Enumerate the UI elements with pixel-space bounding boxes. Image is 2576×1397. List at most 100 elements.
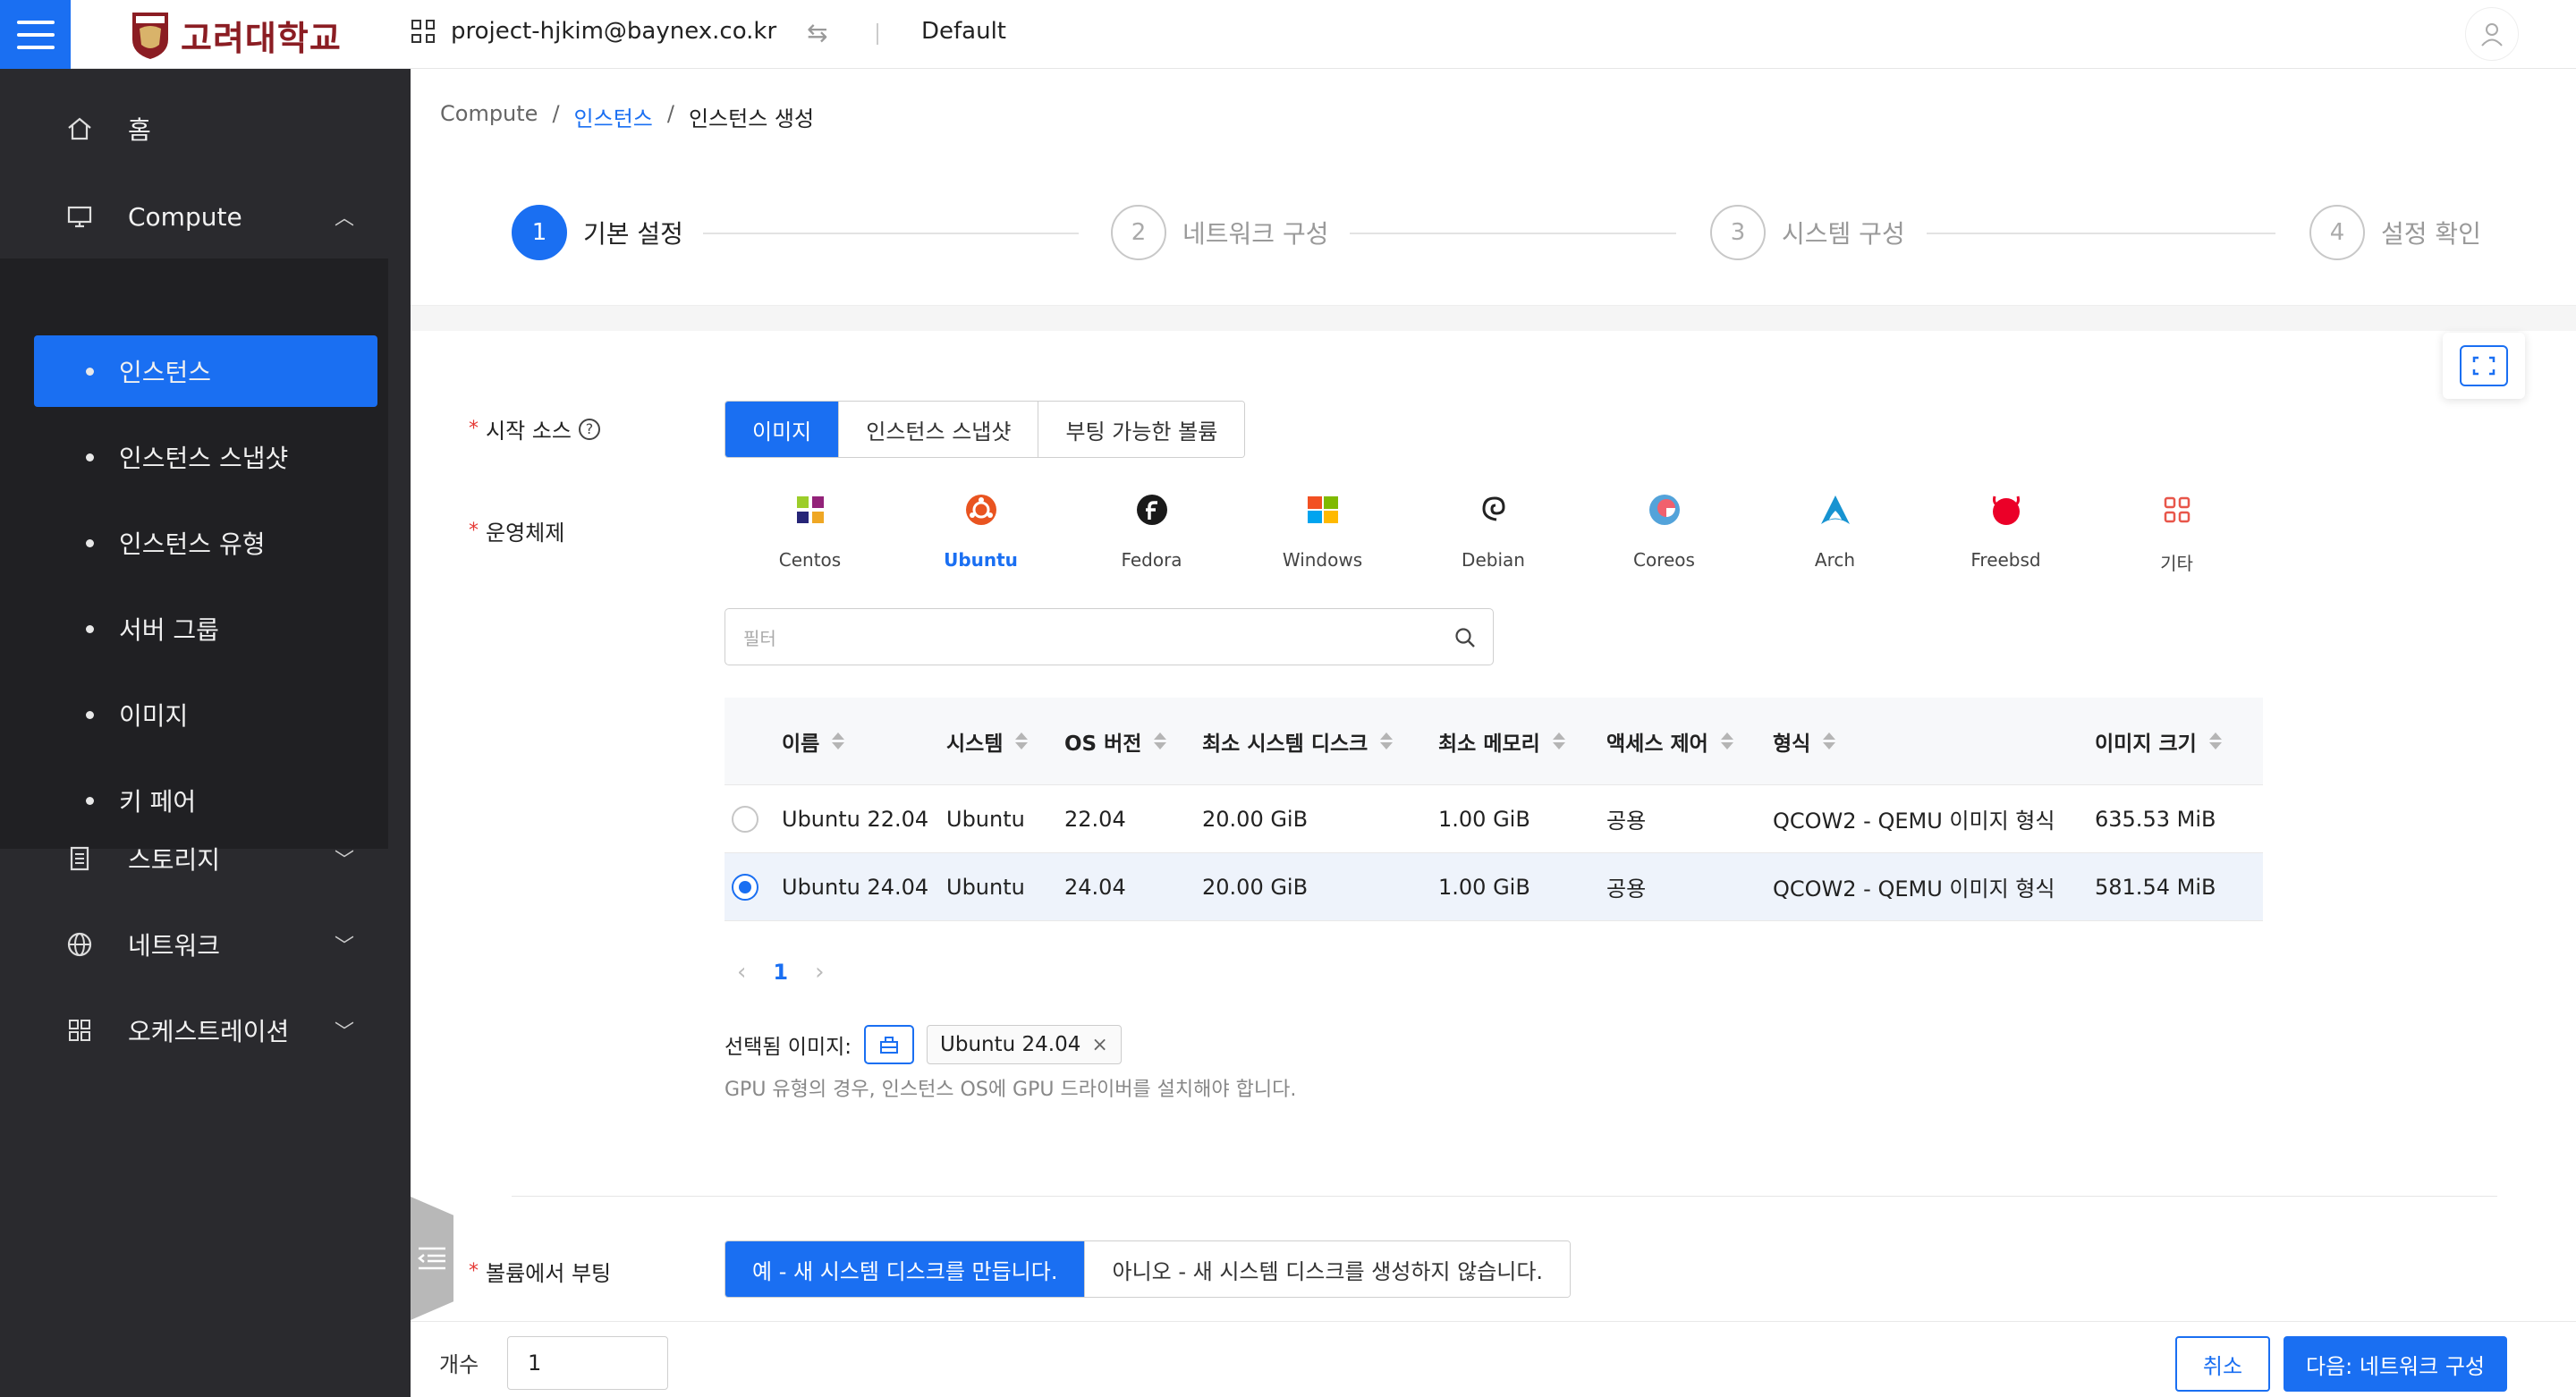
breadcrumb-current: 인스턴스 생성 bbox=[688, 106, 815, 131]
image-table: 이름 시스템 OS 버전 최소 시스템 디스크 최소 메모리 액세스 제어 형식… bbox=[724, 698, 2263, 921]
boot-volume-yes-button[interactable]: 예 - 새 시스템 디스크를 만듭니다. bbox=[725, 1241, 1086, 1297]
sidebar-item-compute[interactable]: Compute ︿ bbox=[0, 181, 411, 252]
header-divider bbox=[877, 23, 878, 45]
step-label: 네트워크 구성 bbox=[1182, 219, 1329, 249]
sidebar-item-server-groups[interactable]: 서버 그룹 bbox=[34, 593, 377, 665]
source-volume-button[interactable]: 부팅 가능한 볼륨 bbox=[1038, 402, 1245, 457]
os-option-centos[interactable]: Centos bbox=[724, 490, 895, 575]
chevron-down-icon: ﹀ bbox=[335, 936, 355, 958]
sort-icon bbox=[1552, 732, 1565, 749]
sidebar-item-images[interactable]: 이미지 bbox=[34, 679, 377, 750]
menu-toggle-button[interactable] bbox=[0, 0, 71, 69]
row-radio[interactable] bbox=[732, 806, 758, 833]
os-option-fedora[interactable]: Fedora bbox=[1066, 490, 1237, 575]
freebsd-icon bbox=[1987, 490, 2026, 529]
domain-selector[interactable]: Default bbox=[921, 18, 1006, 45]
user-avatar[interactable] bbox=[2465, 7, 2519, 61]
sidebar-item-orchestration[interactable]: 오케스트레이션 ﹀ bbox=[0, 995, 411, 1066]
pagination: ‹ 1 › bbox=[724, 959, 825, 986]
bullet-icon bbox=[86, 367, 94, 376]
os-option-ubuntu[interactable]: Ubuntu bbox=[895, 490, 1066, 575]
os-option-freebsd[interactable]: Freebsd bbox=[1920, 490, 2091, 575]
sort-icon bbox=[1154, 732, 1167, 749]
fedora-icon bbox=[1132, 490, 1172, 529]
column-access[interactable]: 액세스 제어 bbox=[1606, 698, 1733, 784]
home-icon bbox=[64, 114, 95, 144]
sidebar-item-storage[interactable]: 스토리지 ﹀ bbox=[0, 823, 411, 894]
chevron-down-icon: ﹀ bbox=[335, 1021, 355, 1044]
project-name: project-hjkim@baynex.co.kr bbox=[451, 18, 777, 45]
collapse-menu-icon bbox=[417, 1247, 445, 1270]
boot-volume-no-button[interactable]: 아니오 - 새 시스템 디스크를 생성하지 않습니다. bbox=[1085, 1241, 1571, 1297]
column-system[interactable]: 시스템 bbox=[946, 698, 1029, 784]
sidebar-item-instances[interactable]: 인스턴스 bbox=[34, 335, 377, 407]
filter-placeholder: 필터 bbox=[743, 627, 776, 649]
column-min-disk[interactable]: 최소 시스템 디스크 bbox=[1202, 698, 1394, 784]
next-page-icon[interactable]: › bbox=[815, 959, 824, 986]
os-option-coreos[interactable]: Coreos bbox=[1579, 490, 1750, 575]
os-option-other[interactable]: 기타 bbox=[2091, 490, 2262, 575]
step-number: 4 bbox=[2309, 205, 2365, 260]
sidebar-collapse-handle[interactable] bbox=[411, 1197, 453, 1320]
step-network[interactable]: 2 네트워크 구성 bbox=[1111, 205, 1328, 260]
fullscreen-icon bbox=[2460, 345, 2508, 386]
switch-icon[interactable]: ⇆ bbox=[807, 18, 827, 47]
os-option-windows[interactable]: Windows bbox=[1237, 490, 1408, 575]
selected-image-label: 선택됨 이미지: bbox=[724, 1036, 852, 1059]
centos-icon bbox=[791, 490, 830, 529]
os-option-arch[interactable]: Arch bbox=[1750, 490, 1920, 575]
selected-image: 선택됨 이미지: Ubuntu 24.04 × bbox=[724, 1025, 1122, 1064]
divider bbox=[512, 1196, 2497, 1197]
sidebar-item-home[interactable]: 홈 bbox=[0, 93, 411, 165]
table-row[interactable]: Ubuntu 24.04 Ubuntu 24.04 20.00 GiB 1.00… bbox=[724, 853, 2263, 921]
column-image-size[interactable]: 이미지 크기 bbox=[2095, 698, 2222, 784]
step-connector bbox=[1927, 233, 2275, 234]
sort-icon bbox=[1823, 732, 1836, 749]
sort-icon bbox=[1015, 732, 1029, 749]
hamburger-icon bbox=[16, 20, 55, 24]
os-option-debian[interactable]: Debian bbox=[1408, 490, 1579, 575]
university-logo[interactable]: 고려대학교 bbox=[131, 7, 342, 63]
table-row[interactable]: Ubuntu 22.04 Ubuntu 22.04 20.00 GiB 1.00… bbox=[724, 785, 2263, 853]
row-radio[interactable] bbox=[732, 874, 758, 901]
prev-page-icon[interactable]: ‹ bbox=[737, 959, 746, 986]
source-snapshot-button[interactable]: 인스턴스 스냅샷 bbox=[839, 402, 1039, 457]
ubuntu-icon bbox=[962, 490, 1001, 529]
project-selector[interactable]: project-hjkim@baynex.co.kr bbox=[411, 18, 776, 45]
search-icon[interactable] bbox=[1453, 626, 1477, 654]
step-label: 시스템 구성 bbox=[1782, 219, 1905, 249]
top-header: 고려대학교 project-hjkim@baynex.co.kr ⇆ Defau… bbox=[0, 0, 2576, 69]
sidebar-item-instance-types[interactable]: 인스턴스 유형 bbox=[34, 507, 377, 579]
arch-icon bbox=[1816, 490, 1855, 529]
column-format[interactable]: 형식 bbox=[1773, 698, 1836, 784]
help-icon[interactable]: ? bbox=[578, 418, 600, 440]
column-min-memory[interactable]: 최소 메모리 bbox=[1438, 698, 1565, 784]
os-label: * 운영체제 bbox=[469, 520, 565, 546]
column-os-version[interactable]: OS 버전 bbox=[1064, 698, 1167, 784]
count-label: 개수 bbox=[439, 1352, 479, 1377]
sort-icon bbox=[1720, 732, 1733, 749]
grid-icon bbox=[411, 20, 435, 43]
step-confirm[interactable]: 4 설정 확인 bbox=[2309, 205, 2481, 260]
filter-input[interactable]: 필터 bbox=[724, 608, 1494, 665]
column-name[interactable]: 이름 bbox=[782, 698, 845, 784]
sidebar-item-label: 네트워크 bbox=[128, 931, 221, 961]
close-icon[interactable]: × bbox=[1091, 1034, 1107, 1056]
fullscreen-button[interactable] bbox=[2443, 333, 2525, 399]
step-label: 기본 설정 bbox=[583, 219, 683, 249]
breadcrumb-root[interactable]: Compute bbox=[440, 101, 538, 132]
windows-icon bbox=[1303, 490, 1343, 529]
next-network-button[interactable]: 다음: 네트워크 구성 bbox=[2284, 1336, 2507, 1392]
step-system[interactable]: 3 시스템 구성 bbox=[1710, 205, 1905, 260]
step-basic-settings[interactable]: 1 기본 설정 bbox=[512, 205, 683, 260]
breadcrumb-instances-link[interactable]: 인스턴스 bbox=[574, 101, 653, 132]
globe-icon bbox=[64, 929, 95, 960]
count-input[interactable]: 1 bbox=[507, 1336, 668, 1390]
sidebar-item-instance-snapshots[interactable]: 인스턴스 스냅샷 bbox=[34, 421, 377, 493]
sidebar-item-network[interactable]: 네트워크 ﹀ bbox=[0, 909, 411, 980]
image-icon-button[interactable] bbox=[864, 1025, 915, 1064]
source-image-button[interactable]: 이미지 bbox=[725, 402, 840, 457]
cancel-button[interactable]: 취소 bbox=[2175, 1336, 2270, 1392]
page-number[interactable]: 1 bbox=[773, 960, 788, 985]
os-selector: Centos Ubuntu Fedora Windows Debian Core… bbox=[724, 490, 2262, 575]
